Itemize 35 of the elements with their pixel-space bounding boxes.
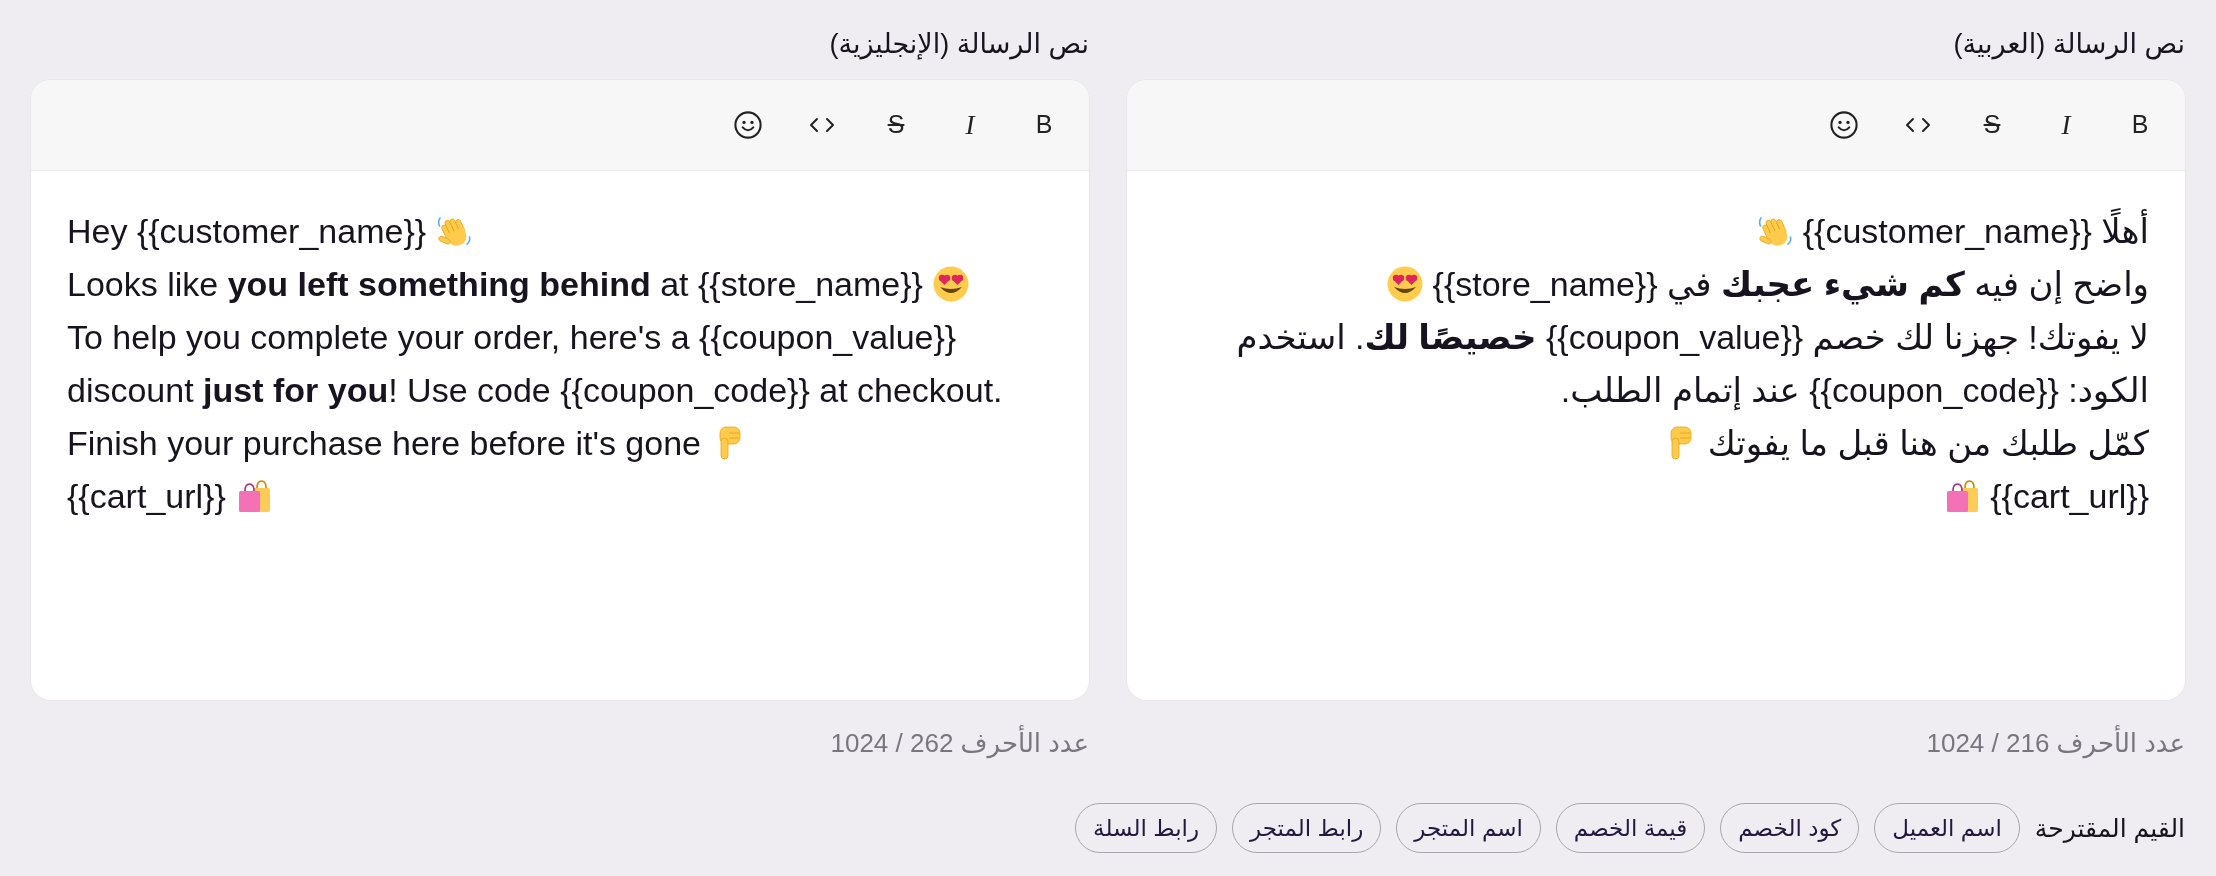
- message-line: To help you complete your order, here's a {{coupon_value}}: [67, 316, 957, 358]
- suggestions-label: القيم المقترحة: [2034, 813, 2185, 845]
- italic-button[interactable]: I: [948, 103, 992, 147]
- variable-chip[interactable]: اسم المتجر: [1396, 803, 1541, 853]
- message-line: Hey {{customer_name}}: [67, 210, 427, 252]
- message-line: واضح إن فيه كم شيء عجبك في {{store_name}}: [1432, 263, 2149, 306]
- bold-button[interactable]: B: [2118, 103, 2162, 147]
- message-line: discount just for you! Use code {{coupon_code}} at checkout.: [67, 369, 1003, 411]
- message-line: Looks like you left something behind at {{store_name}}: [67, 263, 923, 305]
- smiley-icon: [1830, 111, 1858, 139]
- message-line: {{cart_url}}: [67, 475, 226, 517]
- variable-chip[interactable]: كود الخصم: [1720, 803, 1860, 853]
- heart-eyes-face-icon: [932, 265, 969, 302]
- heart-eyes-face-icon: [1386, 265, 1423, 302]
- italic-button[interactable]: I: [2044, 103, 2088, 147]
- field-label: نص الرسالة (الإنجليزية): [829, 28, 1089, 62]
- shopping-bags-icon: [1944, 477, 1981, 514]
- message-line: Finish your purchase here before it's gone: [67, 422, 701, 464]
- variable-chip[interactable]: رابط المتجر: [1232, 803, 1382, 853]
- message-line: {{cart_url}}: [1990, 475, 2149, 517]
- bold-button[interactable]: B: [1022, 103, 1066, 147]
- character-counter: عدد الأحرف 262 / 1024: [830, 726, 1089, 760]
- variable-chip[interactable]: رابط السلة: [1075, 803, 1218, 853]
- message-line: لا يفوتك! جهزنا لك خصم {{coupon_value}} خصيصًا لك. استخدم: [1236, 316, 2149, 359]
- code-icon: [1905, 117, 1931, 133]
- message-line: أهلًا {{customer_name}}: [1802, 208, 2149, 253]
- character-counter: عدد الأحرف 216 / 1024: [1926, 726, 2185, 760]
- message-line: الكود: {{coupon_code}} عند إتمام الطلب.: [1560, 369, 2149, 412]
- code-icon: [809, 117, 835, 133]
- message-line: كمّل طلبك من هنا قبل ما يفوتك: [1707, 422, 2149, 465]
- smiley-icon: [734, 111, 762, 139]
- strikethrough-button[interactable]: S: [1970, 103, 2014, 147]
- field-label: نص الرسالة (العربية): [1953, 28, 2185, 62]
- strikethrough-button[interactable]: S: [874, 103, 918, 147]
- variable-chip[interactable]: اسم العميل: [1874, 803, 2020, 853]
